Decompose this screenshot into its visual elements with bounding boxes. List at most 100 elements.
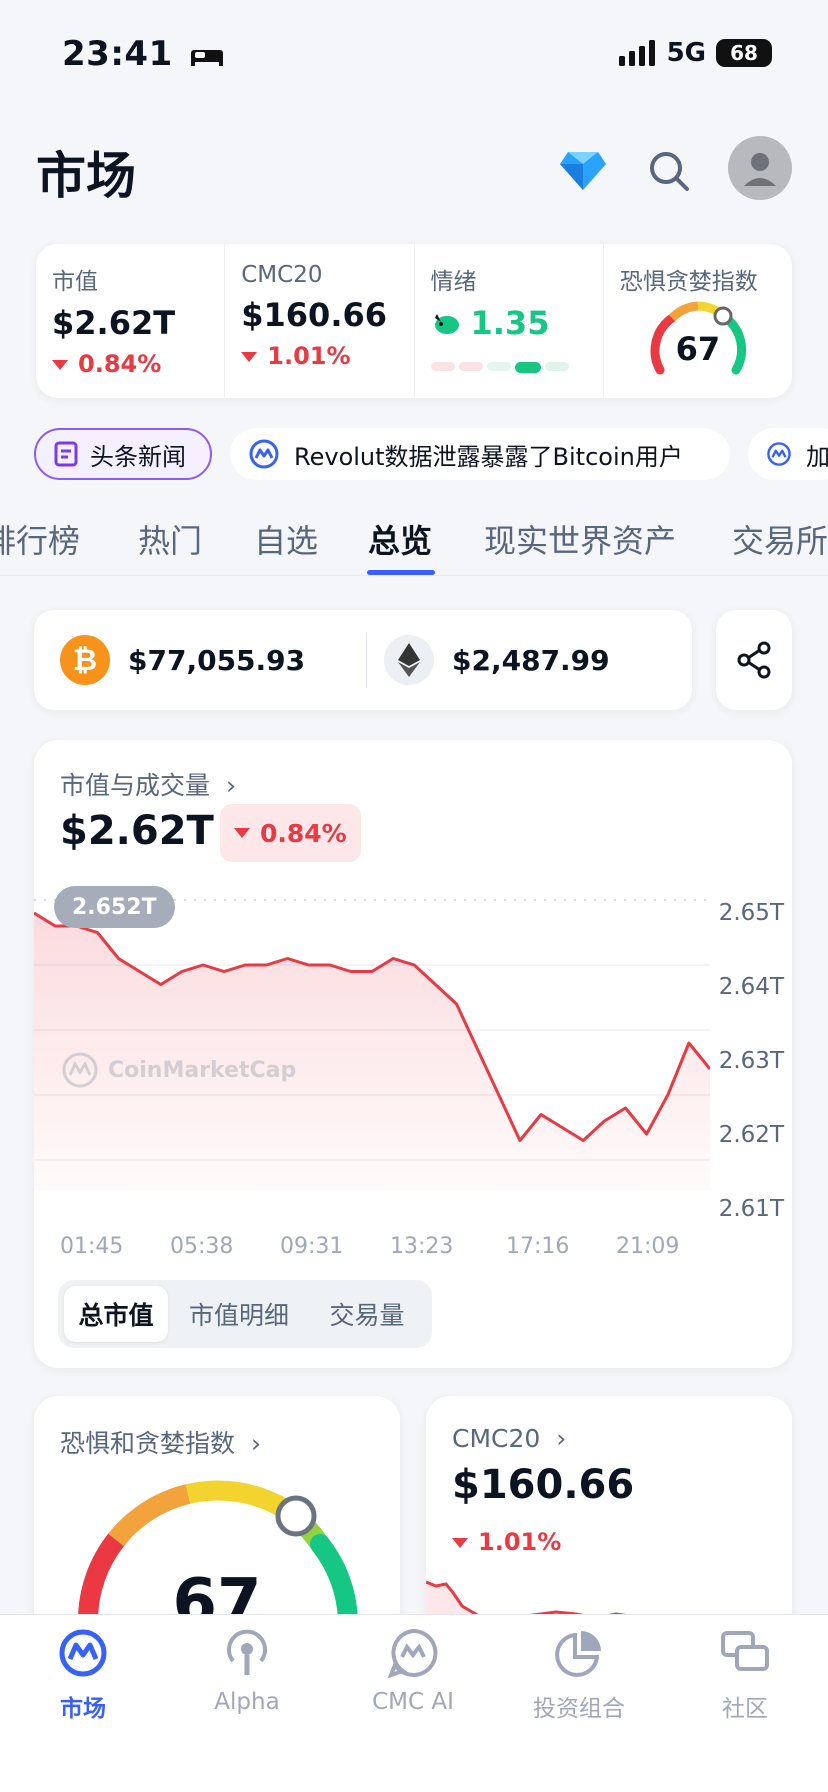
chip-label: 头条新闻 <box>90 442 186 471</box>
market-cap-change-badge: 0.84% <box>220 804 361 862</box>
sleep-bed-icon <box>191 49 224 66</box>
x-tick-label: 09:31 <box>280 1234 344 1259</box>
document-icon <box>54 441 78 467</box>
tab-trending[interactable]: 热门 <box>138 516 202 562</box>
news-chip[interactable]: 加 <box>748 428 828 480</box>
cmc-ai-icon <box>387 1628 438 1679</box>
down-arrow-icon <box>234 828 250 838</box>
market-metrics: 市值 $2.62T 0.84% CMC20 $160.66 1.01% 情绪 1… <box>36 244 792 398</box>
cmc20-link[interactable]: CMC20 › <box>452 1424 566 1453</box>
metric-fear-greed[interactable]: 恐惧贪婪指数 67 <box>604 244 792 398</box>
chat-bubbles-icon <box>721 1631 769 1671</box>
market-cap-chart-card: 市值与成交量 › $2.62T 0.84% 2.652T CoinMarketC… <box>34 740 792 1368</box>
btc-price[interactable]: $77,055.93 <box>128 644 305 677</box>
y-tick-label: 2.65T <box>718 900 784 926</box>
page-title: 市场 <box>36 147 136 205</box>
tab-rwa[interactable]: 现实世界资产 <box>484 516 676 562</box>
y-tick-label: 2.64T <box>718 974 784 1000</box>
chevron-right-icon: › <box>556 1424 567 1453</box>
cmc-logo-icon <box>59 1629 107 1677</box>
watermark: CoinMarketCap <box>60 1050 296 1090</box>
metric-change: 0.84% <box>78 350 162 378</box>
change-value: 0.84% <box>260 818 347 848</box>
eth-price[interactable]: $2,487.99 <box>452 644 610 677</box>
metric-label: CMC20 <box>241 262 323 288</box>
y-tick-label: 2.62T <box>718 1122 784 1148</box>
card-title: CMC20 <box>452 1424 541 1453</box>
nav-alpha[interactable]: Alpha <box>172 1627 322 1715</box>
change-value: 1.01% <box>478 1528 562 1556</box>
chart-view-tabs: 总市值 市值明细 交易量 <box>58 1280 432 1348</box>
bull-icon <box>434 314 459 334</box>
nav-label: 社区 <box>722 1696 768 1722</box>
nav-label: CMC AI <box>372 1689 454 1715</box>
metric-sentiment[interactable]: 情绪 1.35 <box>415 244 604 398</box>
cmc-logo-icon <box>767 442 791 466</box>
tab-exchanges[interactable]: 交易所 <box>732 516 828 562</box>
nav-cmc-ai[interactable]: CMC AI <box>338 1627 488 1715</box>
cmc-logo-icon <box>249 439 279 469</box>
market-cap-value: $2.62T <box>60 808 214 854</box>
nav-community[interactable]: 社区 <box>670 1627 820 1723</box>
news-title: Revolut数据泄露暴露了Bitcoin用户 <box>294 442 683 471</box>
nav-market[interactable]: 市场 <box>8 1627 158 1723</box>
down-arrow-icon <box>452 1538 468 1548</box>
nav-portfolio[interactable]: 投资组合 <box>504 1627 654 1723</box>
y-tick-label: 2.61T <box>718 1196 784 1222</box>
cmc-watermark-icon <box>62 1052 98 1088</box>
metric-value: $160.66 <box>241 296 387 334</box>
bottom-navigation: 市场 Alpha CMC AI 投资组合 社区 <box>0 1614 828 1792</box>
active-tab-indicator <box>367 570 435 575</box>
cmc20-change: 1.01% <box>452 1528 561 1556</box>
card-title: 恐惧和贪婪指数 <box>60 1429 236 1458</box>
tab-volume[interactable]: 交易量 <box>308 1286 426 1342</box>
ethereum-icon <box>384 635 434 685</box>
tab-rankings[interactable]: 排行榜 <box>0 516 80 562</box>
tab-total-market-cap[interactable]: 总市值 <box>64 1286 168 1342</box>
cmc20-value: $160.66 <box>452 1462 635 1508</box>
broadcast-icon <box>227 1629 267 1675</box>
market-cap-volume-link[interactable]: 市值与成交量 › <box>60 766 236 802</box>
chevron-right-icon: › <box>225 771 236 800</box>
x-tick-label: 13:23 <box>390 1234 454 1259</box>
down-arrow-icon <box>52 360 68 370</box>
diamond-icon[interactable] <box>560 150 606 190</box>
category-tabs: 排行榜 热门 自选 总览 现实世界资产 交易所 <box>0 508 828 576</box>
chevron-right-icon: › <box>250 1429 261 1458</box>
pie-chart-icon <box>555 1631 601 1677</box>
tab-overview[interactable]: 总览 <box>368 516 432 562</box>
avatar[interactable] <box>728 136 792 200</box>
fear-greed-link[interactable]: 恐惧和贪婪指数 › <box>60 1424 261 1460</box>
y-tick-label: 2.63T <box>718 1048 784 1074</box>
metric-label: 恐惧贪婪指数 <box>619 269 758 295</box>
share-icon <box>737 641 771 679</box>
price-ticker: ₿ $77,055.93 $2,487.99 <box>34 610 692 710</box>
nav-label: Alpha <box>214 1689 280 1715</box>
status-time: 23:41 <box>62 34 225 74</box>
user-avatar-icon <box>744 153 776 186</box>
down-arrow-icon <box>241 352 258 362</box>
metric-label: 市值 <box>52 269 98 295</box>
metric-cmc20[interactable]: CMC20 $160.66 1.01% <box>225 244 415 398</box>
sentiment-bar <box>430 362 587 373</box>
search-icon[interactable] <box>648 150 690 192</box>
x-tick-label: 01:45 <box>60 1234 124 1259</box>
share-button[interactable] <box>716 610 792 710</box>
network-type: 5G <box>666 38 706 68</box>
news-chip[interactable]: Revolut数据泄露暴露了Bitcoin用户 <box>230 428 730 480</box>
x-tick-label: 17:16 <box>506 1234 570 1259</box>
battery-indicator: 68 <box>716 39 772 67</box>
divider <box>366 632 367 688</box>
tab-market-cap-breakdown[interactable]: 市值明细 <box>174 1286 304 1342</box>
nav-label: 市场 <box>60 1696 106 1722</box>
metric-value: $2.62T <box>52 304 176 342</box>
status-indicators: 5G 68 <box>618 38 772 68</box>
metric-market-cap[interactable]: 市值 $2.62T 0.84% <box>36 244 226 398</box>
headline-news-chip[interactable]: 头条新闻 <box>34 428 212 480</box>
watermark-text: CoinMarketCap <box>108 1057 297 1083</box>
metric-value: 67 <box>675 330 721 368</box>
market-cap-chart[interactable] <box>34 890 710 1190</box>
x-tick-label: 05:38 <box>170 1234 234 1259</box>
current-value-bubble: 2.652T <box>54 886 175 928</box>
tab-watchlist[interactable]: 自选 <box>254 516 318 562</box>
